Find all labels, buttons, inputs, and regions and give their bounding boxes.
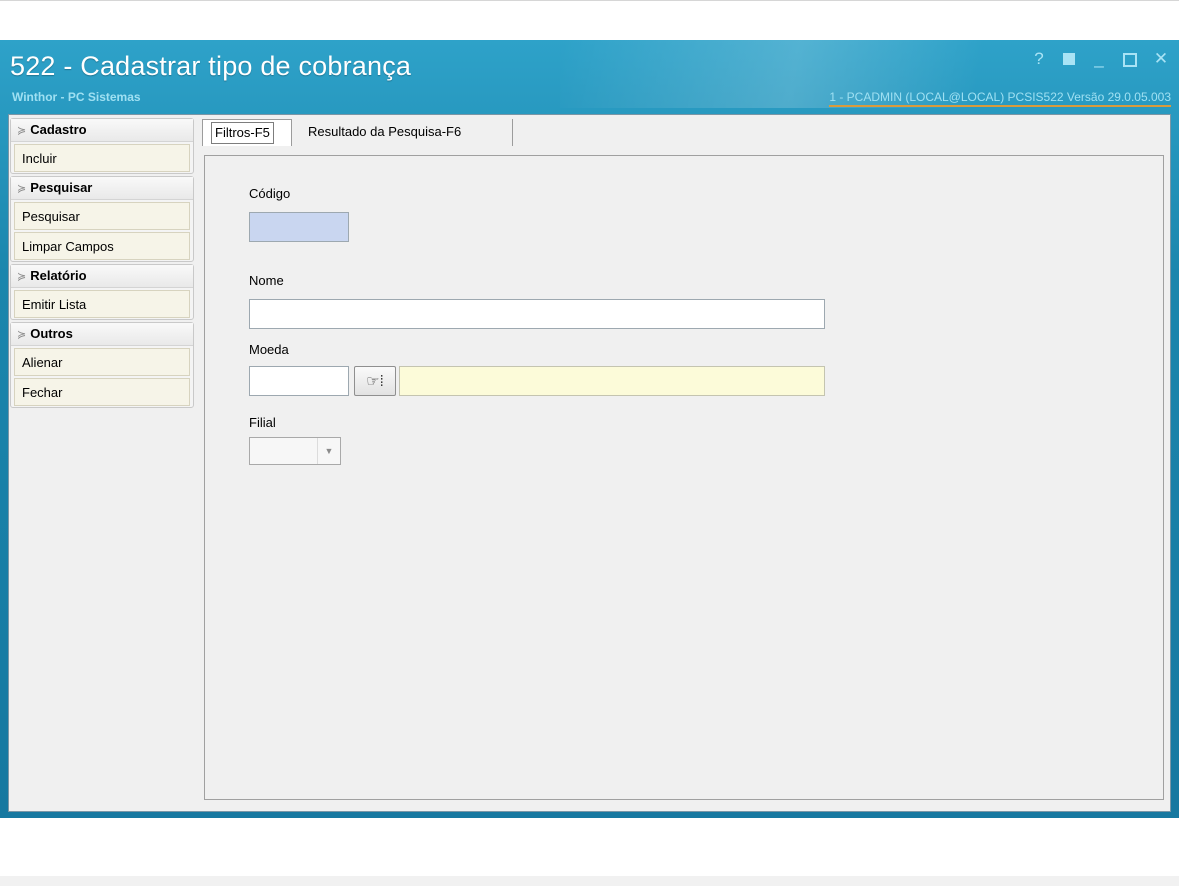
application-window: 522 - Cadastrar tipo de cobrança Winthor… (0, 40, 1179, 818)
group-outros: ≽ Outros Alienar Fechar (10, 322, 194, 408)
nome-input[interactable] (250, 300, 824, 328)
bottom-band (0, 876, 1179, 886)
pesquisar-button[interactable]: Pesquisar (14, 202, 190, 230)
group-header-relatorio[interactable]: ≽ Relatório (11, 265, 193, 288)
window-title: 522 - Cadastrar tipo de cobrança (10, 51, 412, 81)
filter-panel: Código Nome Moeda ☞⁞ Filial ▼ (204, 155, 1164, 800)
group-pesquisar: ≽ Pesquisar Pesquisar Limpar Campos (10, 176, 194, 262)
limpar-campos-button[interactable]: Limpar Campos (14, 232, 190, 260)
moeda-label: Moeda (249, 342, 289, 357)
incluir-button[interactable]: Incluir (14, 144, 190, 172)
dropdown-arrow-icon[interactable]: ▼ (317, 438, 340, 464)
chevron-double-down-icon: ≽ (17, 271, 27, 283)
group-header-pesquisar[interactable]: ≽ Pesquisar (11, 177, 193, 200)
moeda-description-input (400, 367, 824, 395)
codigo-label: Código (249, 186, 291, 201)
codigo-field[interactable] (249, 212, 349, 242)
maximize-button[interactable] (1123, 53, 1137, 67)
chevron-double-down-icon: ≽ (17, 183, 27, 195)
tab-filtros-label: Filtros-F5 (211, 122, 274, 144)
nome-label: Nome (249, 273, 284, 288)
moeda-code-field[interactable] (249, 366, 349, 396)
group-cadastro: ≽ Cadastro Incluir (10, 118, 194, 174)
top-divider (0, 0, 1179, 1)
tab-resultado-pesquisa[interactable]: Resultado da Pesquisa-F6 (300, 119, 513, 146)
group-header-cadastro[interactable]: ≽ Cadastro (11, 119, 193, 142)
help-button[interactable]: ? (1031, 50, 1047, 68)
window-subtitle: Winthor - PC Sistemas (12, 90, 141, 104)
moeda-lookup-button[interactable]: ☞⁞ (354, 366, 396, 396)
chevron-double-down-icon: ≽ (17, 329, 27, 341)
chevron-double-down-icon: ≽ (17, 125, 27, 137)
tab-filtros[interactable]: Filtros-F5 (202, 119, 292, 146)
minimize-button[interactable]: _ (1091, 50, 1107, 68)
client-area: ≽ Cadastro Incluir ≽ Pesquisar Pesquisar L… (8, 114, 1171, 812)
close-button[interactable]: ✕ (1153, 50, 1169, 68)
session-status: 1 - PCADMIN (LOCAL@LOCAL) PCSIS522 Versã… (829, 90, 1171, 107)
fechar-button[interactable]: Fechar (14, 378, 190, 406)
pointing-hand-icon: ☞⁞ (366, 372, 384, 390)
group-relatorio: ≽ Relatório Emitir Lista (10, 264, 194, 320)
nome-field[interactable] (249, 299, 825, 329)
action-sidebar: ≽ Cadastro Incluir ≽ Pesquisar Pesquisar L… (10, 118, 194, 410)
filial-select[interactable]: ▼ (249, 437, 341, 465)
moeda-code-input[interactable] (250, 367, 348, 395)
filial-label: Filial (249, 415, 276, 430)
restore-layout-button[interactable] (1063, 53, 1075, 65)
alienar-button[interactable]: Alienar (14, 348, 190, 376)
codigo-input[interactable] (250, 213, 348, 241)
window-controls: ? _ ✕ (1031, 50, 1169, 68)
emitir-lista-button[interactable]: Emitir Lista (14, 290, 190, 318)
group-header-outros[interactable]: ≽ Outros (11, 323, 193, 346)
moeda-description-field (399, 366, 825, 396)
